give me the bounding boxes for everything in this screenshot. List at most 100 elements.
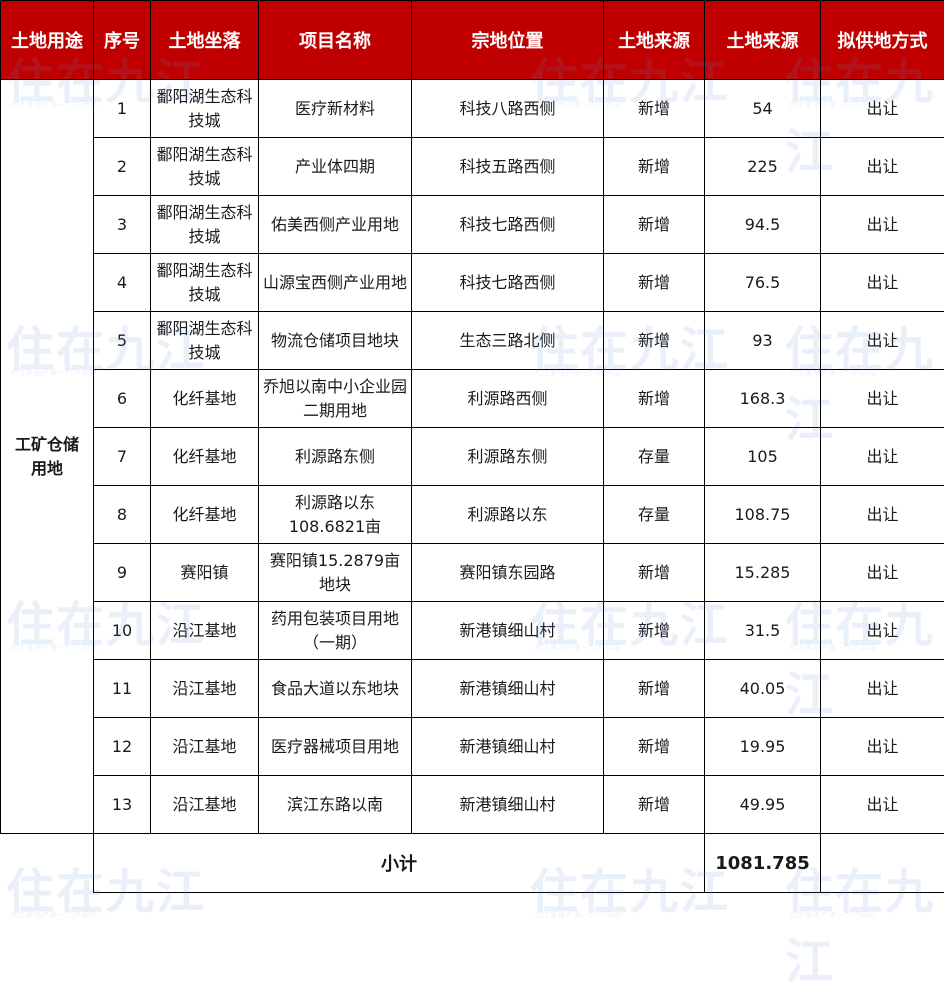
header-supply-method: 拟供地方式 bbox=[821, 1, 944, 80]
supply-method-cell: 出让 bbox=[821, 776, 944, 834]
location-cell: 沿江基地 bbox=[151, 660, 259, 718]
parcel-location-cell: 赛阳镇东园路 bbox=[412, 544, 604, 602]
land-source-cell: 新增 bbox=[604, 602, 705, 660]
area-cell: 105 bbox=[705, 428, 821, 486]
land-source-cell: 新增 bbox=[604, 138, 705, 196]
parcel-location-cell: 新港镇细山村 bbox=[412, 776, 604, 834]
seq-cell: 8 bbox=[94, 486, 151, 544]
project-name-cell: 佑美西侧产业用地 bbox=[259, 196, 412, 254]
area-cell: 94.5 bbox=[705, 196, 821, 254]
table-row: 7化纤基地利源路东侧利源路东侧存量105出让 bbox=[1, 428, 944, 486]
header-land-use: 土地用途 bbox=[1, 1, 94, 80]
project-name-cell: 山源宝西侧产业用地 bbox=[259, 254, 412, 312]
area-cell: 54 bbox=[705, 80, 821, 138]
location-cell: 鄱阳湖生态科技城 bbox=[151, 196, 259, 254]
project-name-cell: 医疗器械项目用地 bbox=[259, 718, 412, 776]
table-row: 13沿江基地滨江东路以南新港镇细山村新增49.95出让 bbox=[1, 776, 944, 834]
header-location: 土地坐落 bbox=[151, 1, 259, 80]
area-cell: 108.75 bbox=[705, 486, 821, 544]
parcel-location-cell: 科技七路西侧 bbox=[412, 254, 604, 312]
parcel-location-cell: 利源路东侧 bbox=[412, 428, 604, 486]
land-source-cell: 新增 bbox=[604, 544, 705, 602]
location-cell: 化纤基地 bbox=[151, 370, 259, 428]
seq-cell: 11 bbox=[94, 660, 151, 718]
table-row: 4鄱阳湖生态科技城山源宝西侧产业用地科技七路西侧新增76.5出让 bbox=[1, 254, 944, 312]
project-name-cell: 乔旭以南中小企业园二期用地 bbox=[259, 370, 412, 428]
parcel-location-cell: 科技八路西侧 bbox=[412, 80, 604, 138]
land-source-cell: 新增 bbox=[604, 312, 705, 370]
location-cell: 鄱阳湖生态科技城 bbox=[151, 312, 259, 370]
area-cell: 40.05 bbox=[705, 660, 821, 718]
supply-method-cell: 出让 bbox=[821, 544, 944, 602]
table-row: 6化纤基地乔旭以南中小企业园二期用地利源路西侧新增168.3出让 bbox=[1, 370, 944, 428]
location-cell: 赛阳镇 bbox=[151, 544, 259, 602]
land-source-cell: 存量 bbox=[604, 428, 705, 486]
parcel-location-cell: 利源路西侧 bbox=[412, 370, 604, 428]
table-row: 8化纤基地利源路以东108.6821亩利源路以东存量108.75出让 bbox=[1, 486, 944, 544]
parcel-location-cell: 科技五路西侧 bbox=[412, 138, 604, 196]
project-name-cell: 利源路以东108.6821亩 bbox=[259, 486, 412, 544]
subtotal-blank-cell bbox=[1, 834, 94, 893]
header-area: 土地来源 bbox=[705, 1, 821, 80]
land-source-cell: 新增 bbox=[604, 660, 705, 718]
subtotal-value: 1081.785 bbox=[705, 834, 821, 893]
land-source-cell: 新增 bbox=[604, 370, 705, 428]
subtotal-empty-cell bbox=[821, 834, 944, 893]
supply-method-cell: 出让 bbox=[821, 718, 944, 776]
seq-cell: 1 bbox=[94, 80, 151, 138]
seq-cell: 5 bbox=[94, 312, 151, 370]
seq-cell: 2 bbox=[94, 138, 151, 196]
project-name-cell: 食品大道以东地块 bbox=[259, 660, 412, 718]
seq-cell: 3 bbox=[94, 196, 151, 254]
area-cell: 225 bbox=[705, 138, 821, 196]
supply-method-cell: 出让 bbox=[821, 660, 944, 718]
supply-method-cell: 出让 bbox=[821, 312, 944, 370]
table-row: 2鄱阳湖生态科技城产业体四期科技五路西侧新增225出让 bbox=[1, 138, 944, 196]
project-name-cell: 医疗新材料 bbox=[259, 80, 412, 138]
project-name-cell: 产业体四期 bbox=[259, 138, 412, 196]
table-row: 11沿江基地食品大道以东地块新港镇细山村新增40.05出让 bbox=[1, 660, 944, 718]
location-cell: 沿江基地 bbox=[151, 718, 259, 776]
land-source-cell: 存量 bbox=[604, 486, 705, 544]
land-source-cell: 新增 bbox=[604, 254, 705, 312]
project-name-cell: 物流仓储项目地块 bbox=[259, 312, 412, 370]
parcel-location-cell: 生态三路北侧 bbox=[412, 312, 604, 370]
land-use-cell: 工矿仓储 用地 bbox=[1, 80, 94, 834]
area-cell: 31.5 bbox=[705, 602, 821, 660]
header-source: 土地来源 bbox=[604, 1, 705, 80]
area-cell: 168.3 bbox=[705, 370, 821, 428]
watermark-tagline: 九江第地产第一门户网站 bbox=[789, 910, 877, 920]
project-name-cell: 滨江东路以南 bbox=[259, 776, 412, 834]
location-cell: 鄱阳湖生态科技城 bbox=[151, 80, 259, 138]
area-cell: 19.95 bbox=[705, 718, 821, 776]
location-cell: 化纤基地 bbox=[151, 486, 259, 544]
header-seq: 序号 bbox=[94, 1, 151, 80]
area-cell: 76.5 bbox=[705, 254, 821, 312]
parcel-location-cell: 新港镇细山村 bbox=[412, 660, 604, 718]
table-row: 3鄱阳湖生态科技城佑美西侧产业用地科技七路西侧新增94.5出让 bbox=[1, 196, 944, 254]
header-parcel: 宗地位置 bbox=[412, 1, 604, 80]
parcel-location-cell: 新港镇细山村 bbox=[412, 718, 604, 776]
land-source-cell: 新增 bbox=[604, 718, 705, 776]
project-name-cell: 赛阳镇15.2879亩地块 bbox=[259, 544, 412, 602]
land-supply-table: 土地用途 序号 土地坐落 项目名称 宗地位置 土地来源 土地来源 拟供地方式 工… bbox=[0, 0, 944, 893]
supply-method-cell: 出让 bbox=[821, 196, 944, 254]
header-project: 项目名称 bbox=[259, 1, 412, 80]
land-source-cell: 新增 bbox=[604, 80, 705, 138]
land-source-cell: 新增 bbox=[604, 776, 705, 834]
seq-cell: 7 bbox=[94, 428, 151, 486]
area-cell: 93 bbox=[705, 312, 821, 370]
header-row: 土地用途 序号 土地坐落 项目名称 宗地位置 土地来源 土地来源 拟供地方式 bbox=[1, 1, 944, 80]
seq-cell: 12 bbox=[94, 718, 151, 776]
location-cell: 鄱阳湖生态科技城 bbox=[151, 138, 259, 196]
table-row: 9赛阳镇赛阳镇15.2879亩地块赛阳镇东园路新增15.285出让 bbox=[1, 544, 944, 602]
project-name-cell: 药用包装项目用地（一期） bbox=[259, 602, 412, 660]
seq-cell: 6 bbox=[94, 370, 151, 428]
area-cell: 49.95 bbox=[705, 776, 821, 834]
supply-method-cell: 出让 bbox=[821, 486, 944, 544]
watermark-tagline: 九江第地产第一门户网站 bbox=[534, 910, 622, 920]
project-name-cell: 利源路东侧 bbox=[259, 428, 412, 486]
land-source-cell: 新增 bbox=[604, 196, 705, 254]
location-cell: 化纤基地 bbox=[151, 428, 259, 486]
supply-method-cell: 出让 bbox=[821, 254, 944, 312]
